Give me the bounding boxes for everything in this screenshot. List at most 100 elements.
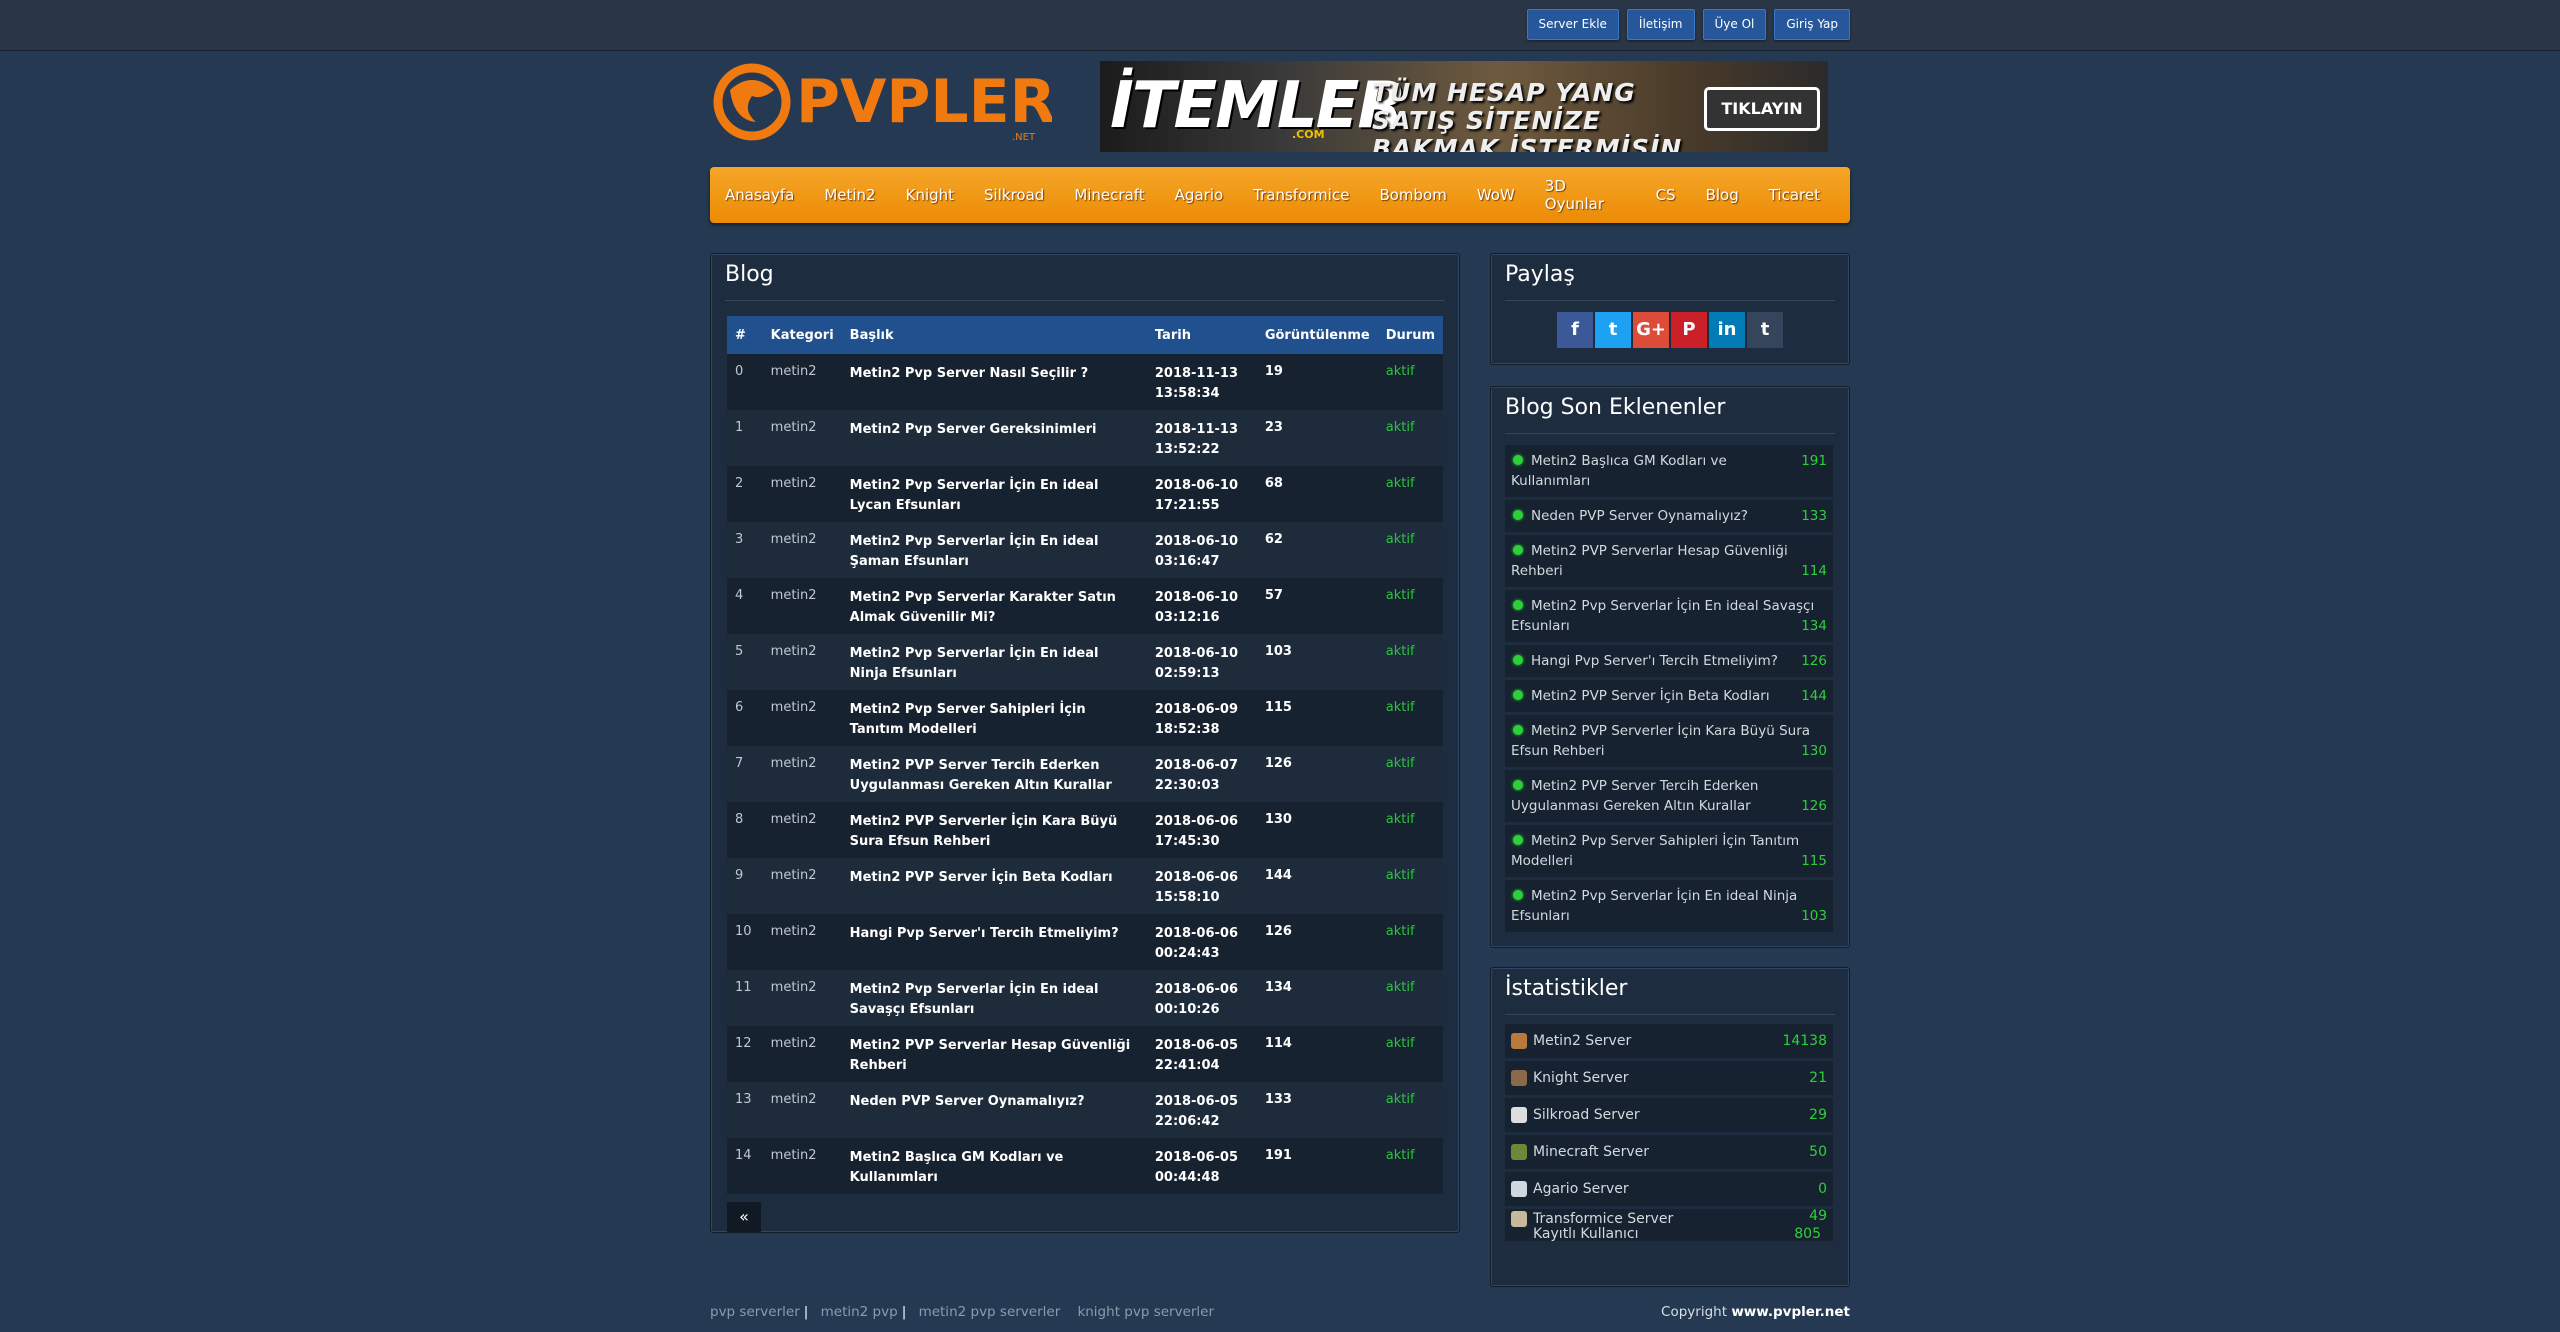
status-dot-icon	[1513, 655, 1523, 665]
list-item[interactable]: Metin2 Pvp Serverlar İçin En ideal Savaş…	[1505, 590, 1833, 642]
table-row[interactable]: 12 metin2 Metin2 PVP Serverlar Hesap Güven…	[727, 1026, 1443, 1082]
list-item[interactable]: 144 Metin2 PVP Server İçin Beta Kodları	[1505, 680, 1833, 712]
status-dot-icon	[1513, 510, 1523, 520]
share-panel: Paylaş f t G+ Pin t	[1490, 253, 1850, 365]
table-row[interactable]: 0 metin2 Metin2 Pvp Server Nasıl Seçilir ?…	[727, 354, 1443, 410]
row-title[interactable]: Metin2 Pvp Server Nasıl Seçilir ?	[841, 354, 1147, 410]
row-title[interactable]: Neden PVP Server Oynamalıyız?	[841, 1082, 1147, 1138]
share-title: Paylaş	[1505, 262, 1575, 287]
table-row[interactable]: 11 metin2 Metin2 Pvp Serverlar İçin En ide…	[727, 970, 1443, 1026]
row-title[interactable]: Hangi Pvp Server'ı Tercih Etmeliyim?	[841, 914, 1147, 970]
nav-item-3d-games[interactable]: 3D Oyunlar	[1545, 177, 1626, 213]
row-title[interactable]: Metin2 Pvp Serverlar İçin En ideal Lycan…	[841, 466, 1147, 522]
list-item[interactable]: Metin2 Pvp Serverlar İçin En ideal Ninja…	[1505, 880, 1833, 932]
footer-link-pvp-serverler[interactable]: pvp serverler	[710, 1304, 800, 1320]
row-title[interactable]: Metin2 PVP Serverlar Hesap Güvenliği Reh…	[841, 1026, 1147, 1082]
row-index: 2	[727, 466, 763, 522]
table-row[interactable]: 6 metin2 Metin2 Pvp Server Sahipleri İçin …	[727, 690, 1443, 746]
row-views: 126	[1256, 914, 1378, 970]
table-row[interactable]: 13 metin2 Neden PVP Server Oynamalıyız? 201…	[727, 1082, 1443, 1138]
list-item[interactable]: 126 Hangi Pvp Server'ı Tercih Etmeliyim?	[1505, 645, 1833, 677]
row-title[interactable]: Metin2 Pvp Server Gereksinimleri	[841, 410, 1147, 466]
nav-item-silkroad[interactable]: Silkroad	[984, 186, 1044, 204]
stats-item[interactable]: Metin2 Server 14138	[1505, 1024, 1833, 1058]
nav-item-wow[interactable]: WoW	[1477, 186, 1515, 204]
row-title[interactable]: Metin2 PVP Server Tercih Ederken Uygulan…	[841, 746, 1147, 802]
stats-item-label: Agario Server	[1533, 1181, 1629, 1197]
row-date: 2018-06-10 17:21:55	[1146, 466, 1257, 522]
footer-link-knight-pvp-serverler[interactable]: knight pvp serverler	[1077, 1304, 1214, 1320]
row-views: 57	[1256, 578, 1378, 634]
row-title[interactable]: Metin2 Pvp Serverlar İçin En ideal Savaş…	[841, 970, 1147, 1026]
stats-panel: İstatistikler Metin2 Server 14138 Knight S…	[1490, 967, 1850, 1287]
recent-item-label: Metin2 PVP Server Tercih Ederken Uygulan…	[1511, 778, 1759, 814]
stats-item[interactable]: Knight Server 21	[1505, 1061, 1833, 1095]
list-item[interactable]: Metin2 PVP Serverler İçin Kara Büyü Sura…	[1505, 715, 1833, 767]
row-title[interactable]: Metin2 PVP Serverler İçin Kara Büyü Sura…	[841, 802, 1147, 858]
table-row[interactable]: 8 metin2 Metin2 PVP Serverler İçin Kara Bü…	[727, 802, 1443, 858]
col-date: Tarih	[1146, 316, 1257, 354]
nav-item-blog[interactable]: Blog	[1706, 186, 1739, 204]
nav-item-knight[interactable]: Knight	[906, 186, 954, 204]
table-row[interactable]: 4 metin2 Metin2 Pvp Serverlar Karakter Sat…	[727, 578, 1443, 634]
nav-item-home[interactable]: Anasayfa	[725, 186, 794, 204]
table-row[interactable]: 10 metin2 Hangi Pvp Server'ı Tercih Etmeli…	[727, 914, 1443, 970]
list-item[interactable]: Metin2 PVP Serverlar Hesap Güvenliği Reh…	[1505, 535, 1833, 587]
stats-item[interactable]: Transformice Server 49 Kayıtlı Kullanıcı 80…	[1505, 1209, 1833, 1241]
list-item[interactable]: Metin2 Pvp Server Sahipleri İçin Tanıtım…	[1505, 825, 1833, 877]
nav-item-transformice[interactable]: Transformice	[1253, 186, 1349, 204]
linkedin-icon[interactable]: in	[1709, 312, 1745, 348]
facebook-icon[interactable]: f	[1557, 312, 1593, 348]
nav-item-minecraft[interactable]: Minecraft	[1074, 186, 1144, 204]
table-row[interactable]: 3 metin2 Metin2 Pvp Serverlar İçin En idea…	[727, 522, 1443, 578]
tumblr-icon[interactable]: t	[1747, 312, 1783, 348]
register-button[interactable]: Üye Ol	[1702, 9, 1767, 40]
row-title[interactable]: Metin2 Pvp Serverlar İçin En ideal Ninja…	[841, 634, 1147, 690]
footer-link-metin2-pvp-serverler[interactable]: metin2 pvp serverler	[919, 1304, 1061, 1320]
ad-banner[interactable]: İTEMLER .COM TÜM HESAP YANG SATIŞ SİTENİ…	[1100, 61, 1828, 152]
nav-item-agario[interactable]: Agario	[1175, 186, 1224, 204]
nav-item-trade[interactable]: Ticaret	[1769, 186, 1820, 204]
table-row[interactable]: 1 metin2 Metin2 Pvp Server Gereksinimleri 2…	[727, 410, 1443, 466]
row-category: metin2	[762, 522, 842, 578]
copyright-site-link[interactable]: www.pvpler.net	[1731, 1304, 1850, 1320]
table-row[interactable]: 5 metin2 Metin2 Pvp Serverlar İçin En idea…	[727, 634, 1443, 690]
pinterest-icon[interactable]: P	[1671, 312, 1707, 348]
divider	[1505, 300, 1835, 301]
row-title[interactable]: Metin2 Pvp Server Sahipleri İçin Tanıtım…	[841, 690, 1147, 746]
recent-item-label: Metin2 PVP Serverler İçin Kara Büyü Sura…	[1511, 723, 1811, 759]
google-plus-icon[interactable]: G+	[1633, 312, 1669, 348]
list-item[interactable]: 133 Neden PVP Server Oynamalıyız?	[1505, 500, 1833, 532]
table-row[interactable]: 9 metin2 Metin2 PVP Server İçin Beta Kodla…	[727, 858, 1443, 914]
nav-item-bombom[interactable]: Bombom	[1379, 186, 1446, 204]
stats-item-count: 49	[1809, 1208, 1827, 1224]
table-row[interactable]: 7 metin2 Metin2 PVP Server Tercih Ederken …	[727, 746, 1443, 802]
table-row[interactable]: 14 metin2 Metin2 Başlıca GM Kodları ve Kul…	[727, 1138, 1443, 1194]
twitter-icon[interactable]: t	[1595, 312, 1631, 348]
row-title[interactable]: Metin2 Pvp Serverlar İçin En ideal Şaman…	[841, 522, 1147, 578]
footer-link-metin2-pvp[interactable]: metin2 pvp	[821, 1304, 898, 1320]
row-title[interactable]: Metin2 Başlıca GM Kodları ve Kullanımlar…	[841, 1138, 1147, 1194]
add-server-button[interactable]: Server Ekle	[1526, 9, 1619, 40]
nav-item-metin2[interactable]: Metin2	[824, 186, 875, 204]
stats-item[interactable]: Silkroad Server 29	[1505, 1098, 1833, 1132]
contact-button[interactable]: İletişim	[1626, 9, 1695, 40]
row-status: aktif	[1377, 522, 1443, 578]
col-index: #	[727, 316, 763, 354]
stats-item[interactable]: Minecraft Server 50	[1505, 1135, 1833, 1169]
pager-prev-button[interactable]: «	[727, 1202, 761, 1232]
stats-item[interactable]: Agario Server 0	[1505, 1172, 1833, 1206]
table-row[interactable]: 2 metin2 Metin2 Pvp Serverlar İçin En idea…	[727, 466, 1443, 522]
row-title[interactable]: Metin2 PVP Server İçin Beta Kodları	[841, 858, 1147, 914]
list-item[interactable]: Metin2 PVP Server Tercih Ederken Uygulan…	[1505, 770, 1833, 822]
recent-item-label: Hangi Pvp Server'ı Tercih Etmeliyim?	[1531, 653, 1778, 669]
login-button[interactable]: Giriş Yap	[1774, 9, 1850, 40]
row-title[interactable]: Metin2 Pvp Serverlar Karakter Satın Alma…	[841, 578, 1147, 634]
site-logo[interactable]: PVPLER .NET	[712, 60, 1056, 144]
list-item[interactable]: 191 Metin2 Başlıca GM Kodları ve Kullanım…	[1505, 445, 1833, 497]
stats-list: Metin2 Server 14138 Knight Server 21 Silkroa…	[1505, 1024, 1833, 1244]
nav-item-cs[interactable]: CS	[1656, 186, 1676, 204]
row-category: metin2	[762, 690, 842, 746]
banner-cta-button[interactable]: TIKLAYIN	[1704, 87, 1820, 131]
recent-item-label: Metin2 Pvp Serverlar İçin En ideal Ninja…	[1511, 888, 1798, 924]
